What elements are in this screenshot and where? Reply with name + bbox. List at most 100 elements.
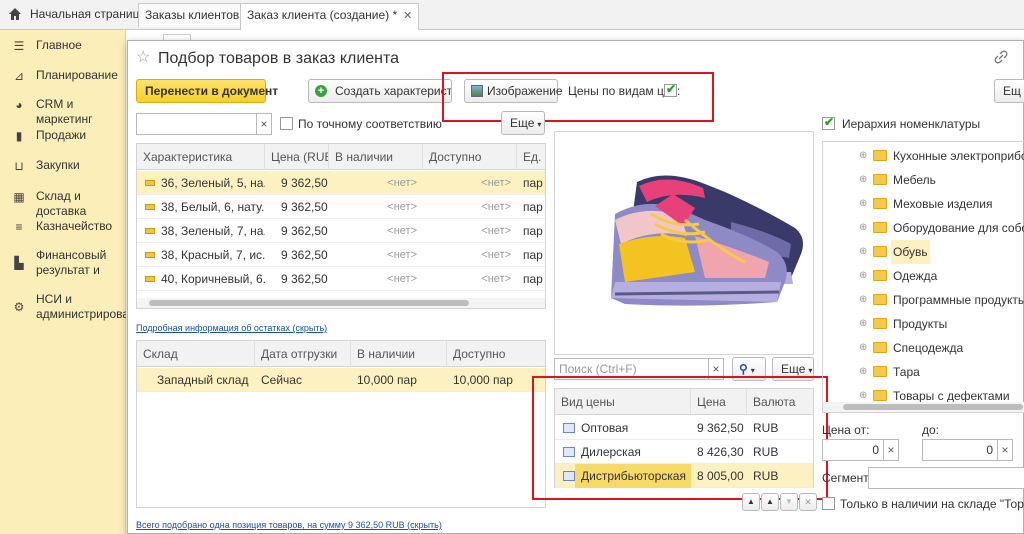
col-characteristic[interactable]: Характеристика — [137, 144, 265, 170]
table-row[interactable]: 36, Зеленый, 5, на... 9 362,50 <нет> <нет> п… — [137, 171, 545, 195]
tree-item-label: Продукты — [893, 317, 948, 331]
col-available[interactable]: Доступно — [423, 144, 517, 170]
col-price[interactable]: Цена (RUB) — [265, 144, 329, 170]
gear-icon: ⚙ — [13, 300, 25, 314]
chevron-down-icon: ▾ — [750, 366, 755, 375]
link-icon[interactable] — [994, 50, 1008, 64]
tree-item[interactable]: ⊕ Одежда — [823, 264, 1023, 288]
search-input[interactable] — [136, 113, 258, 135]
tree-item[interactable]: ⊕ Обувь — [823, 240, 1023, 264]
move-down-button[interactable]: ▼ — [780, 493, 798, 511]
col-stock[interactable]: В наличии — [351, 341, 447, 367]
cell-price: 9 362,50 — [281, 176, 328, 190]
expand-icon[interactable]: ⊕ — [859, 288, 867, 312]
price-to-clear-button[interactable]: × — [997, 439, 1013, 461]
expand-icon[interactable]: ⊕ — [859, 312, 867, 336]
close-icon[interactable]: ✕ — [403, 10, 412, 22]
hierarchy-label: Иерархия номенклатуры — [842, 117, 981, 131]
tree-item[interactable]: ⊕ Кухонные электроприборы — [823, 144, 1024, 168]
folder-icon — [873, 174, 887, 185]
table-row[interactable]: 38, Зеленый, 7, на... 9 362,50 <нет> <нет> п… — [137, 219, 545, 243]
expand-icon[interactable]: ⊕ — [859, 216, 867, 240]
remove-button[interactable]: ✕ — [799, 493, 817, 511]
folder-icon — [873, 342, 887, 353]
hierarchy-checkbox[interactable] — [822, 115, 835, 130]
col-unit[interactable]: Ед. и — [517, 144, 545, 170]
total-selected-link[interactable]: Всего подобрано одна позиция товаров, на… — [136, 520, 442, 530]
tree-item-label: Программные продукты 1С — [893, 293, 1024, 307]
bar-chart-icon: ▙ — [14, 256, 24, 270]
home-icon[interactable] — [8, 7, 22, 21]
nomenclature-tree: ⊕ Кухонные электроприборы ⊕ Мебель ⊕ Меховые … — [822, 141, 1024, 413]
tree-item[interactable]: ⊕ Меховые изделия — [823, 192, 1023, 216]
stock-details-link[interactable]: Подробная информация об остатках (скрыть… — [136, 323, 327, 333]
sidebar-item-finance[interactable]: ▙Финансовый результат и контроллинг — [0, 248, 126, 278]
cell-price: 9 362,50 — [281, 272, 328, 286]
star-icon[interactable]: ☆ — [136, 49, 150, 67]
expand-icon[interactable]: ⊕ — [859, 264, 867, 288]
col-shipment-date[interactable]: Дата отгрузки — [255, 341, 351, 367]
tree-item-label: Кухонные электроприборы — [893, 149, 1024, 163]
only-in-stock-checkbox[interactable] — [822, 497, 835, 510]
folder-icon — [873, 246, 887, 257]
sidebar-item-nsi[interactable]: ⚙НСИ и администрирование — [0, 292, 126, 322]
tree-item[interactable]: ⊕ Продукты — [823, 312, 1023, 336]
expand-icon[interactable]: ⊕ — [859, 192, 867, 216]
expand-icon[interactable]: ⊕ — [859, 336, 867, 360]
create-characteristic-button[interactable]: + Создать характеристику — [308, 79, 452, 103]
more-button-top[interactable]: Ещ — [994, 79, 1024, 103]
tree-item-label: Оборудование для собственных нужд — [893, 221, 1024, 235]
money-icon: ≡ — [15, 220, 23, 234]
col-available[interactable]: Доступно — [447, 341, 545, 367]
tree-item[interactable]: ⊕ Спецодежда — [823, 336, 1023, 360]
price-to-label: до: — [922, 423, 940, 437]
table-row[interactable]: 38, Белый, 6, нату... 9 362,50 <нет> <нет> п… — [137, 195, 545, 219]
scrollbar[interactable] — [137, 298, 545, 308]
cell-available: 10,000 пар — [453, 373, 513, 387]
price-from-input[interactable]: 0 — [822, 439, 884, 461]
tree-item-label: Меховые изделия — [893, 197, 993, 211]
cell-price: 9 362,50 — [281, 224, 328, 238]
col-warehouse[interactable]: Склад — [137, 341, 255, 367]
search-clear-button[interactable]: × — [256, 113, 272, 135]
tab-home[interactable]: Начальная страница — [24, 3, 152, 27]
col-stock[interactable]: В наличии — [329, 144, 423, 170]
tree-item-label: Спецодежда — [893, 341, 964, 355]
price-from-clear-button[interactable]: × — [883, 439, 899, 461]
cell-available: <нет> — [481, 225, 511, 237]
tree-item-label: Обувь — [891, 240, 930, 264]
cell-available: <нет> — [481, 201, 511, 213]
highlight-box-prices — [532, 376, 828, 500]
price-to-input[interactable]: 0 — [922, 439, 998, 461]
pie-icon: ◕ — [15, 98, 23, 112]
transfer-to-document-button[interactable]: Перенести в документ — [136, 79, 278, 103]
price-from-label: Цена от: — [822, 423, 870, 437]
exact-match-checkbox[interactable] — [280, 117, 293, 130]
tree-item[interactable]: ⊕ Мебель — [823, 168, 1023, 192]
tree-item[interactable]: ⊕ Программные продукты 1С — [823, 288, 1024, 312]
table-row[interactable]: Западный склад Сейчас 10,000 пар 10,000 … — [137, 368, 545, 392]
expand-icon[interactable]: ⊕ — [859, 168, 867, 192]
expand-icon[interactable]: ⊕ — [859, 144, 867, 168]
tree-item-label: Мебель — [893, 173, 936, 187]
folder-icon — [873, 270, 887, 281]
table-row[interactable]: 38, Красный, 7, ис... 9 362,50 <нет> <нет> п… — [137, 243, 545, 267]
sidebar: ☰ Главное ⊿ Планирование ◕ CRM и маркетинг … — [0, 30, 126, 534]
move-top-button[interactable]: ▲ — [742, 493, 760, 511]
scrollbar[interactable] — [823, 402, 1024, 412]
tree-item[interactable]: ⊕ Оборудование для собственных нужд — [823, 216, 1024, 240]
folder-icon — [873, 198, 887, 209]
cell-stock: <нет> — [387, 201, 417, 213]
tab-order-create[interactable]: Заказ клиента (создание) * ✕ — [240, 3, 420, 30]
stock-table: Склад Дата отгрузки В наличии Доступно З… — [136, 340, 546, 508]
dialog-title: Подбор товаров в заказ клиента — [158, 50, 400, 67]
cell-stock: <нет> — [387, 273, 417, 285]
expand-icon[interactable]: ⊕ — [859, 360, 867, 384]
segment-input[interactable] — [868, 467, 1024, 489]
more-button-search[interactable]: Еще ▾ — [501, 111, 545, 135]
table-row[interactable]: 40, Коричневый, 6... 9 362,50 <нет> <нет> па… — [137, 267, 545, 291]
tree-item[interactable]: ⊕ Тара — [823, 360, 1023, 384]
product-picker-dialog: ☆ Подбор товаров в заказ клиента Перенес… — [127, 40, 1024, 534]
move-up-button[interactable]: ▲ — [761, 493, 779, 511]
expand-icon[interactable]: ⊕ — [859, 240, 867, 264]
